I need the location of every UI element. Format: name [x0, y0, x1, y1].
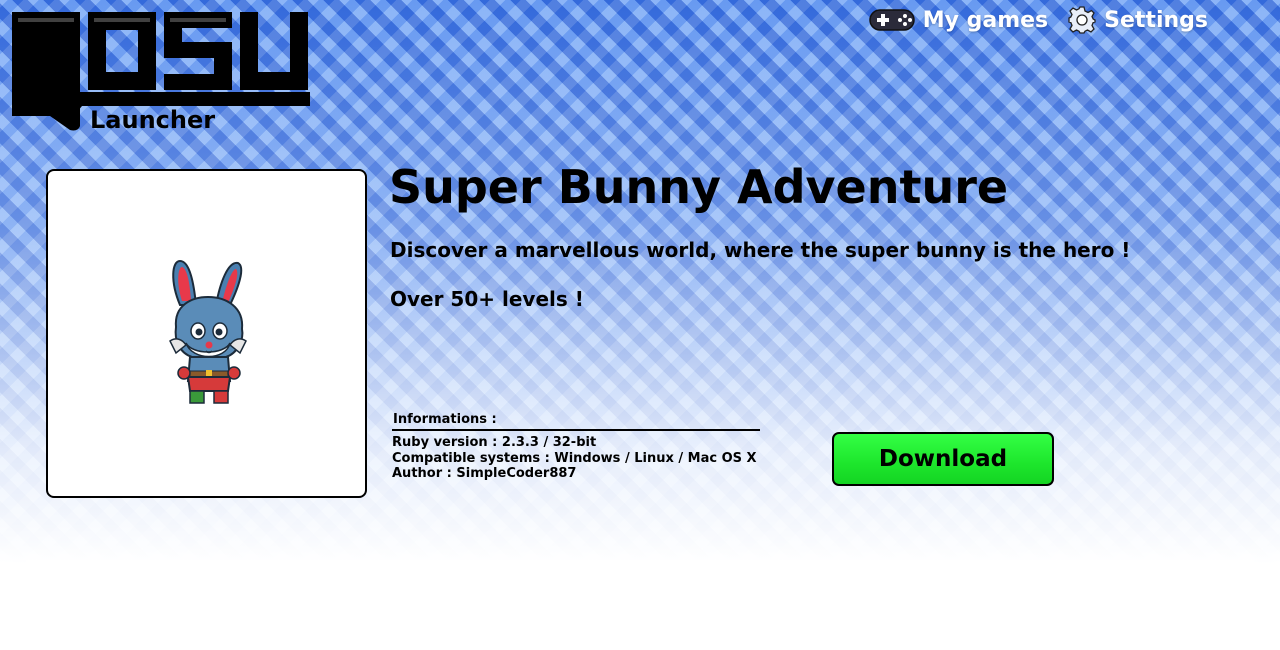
info-heading: Informations :	[392, 412, 760, 431]
game-highlight: Over 50+ levels !	[390, 287, 584, 311]
game-info: Informations : Ruby version : 2.3.3 / 32…	[392, 412, 760, 482]
settings-label: Settings	[1104, 7, 1208, 33]
content-panel	[26, 560, 1254, 650]
top-nav: My games Settings	[868, 6, 1208, 34]
my-games-label: My games	[922, 7, 1049, 33]
logo-subtitle: Launcher	[90, 106, 216, 134]
ruby-version: Ruby version : 2.3.3 / 32-bit	[392, 435, 597, 450]
game-title: Super Bunny Adventure	[389, 160, 1009, 214]
download-button[interactable]: Download	[832, 432, 1054, 486]
app-logo: Launcher	[8, 6, 314, 134]
author: Author : SimpleCoder887	[392, 466, 577, 481]
bunny-icon	[169, 259, 247, 404]
game-cover	[46, 169, 367, 498]
game-description: Discover a marvellous world, where the s…	[390, 238, 1131, 262]
gamepad-icon	[868, 9, 915, 31]
my-games-button[interactable]: My games	[868, 7, 1049, 33]
settings-button[interactable]: Settings	[1068, 6, 1208, 34]
compatible-systems: Compatible systems : Windows / Linux / M…	[392, 450, 757, 466]
gear-icon	[1068, 6, 1096, 34]
